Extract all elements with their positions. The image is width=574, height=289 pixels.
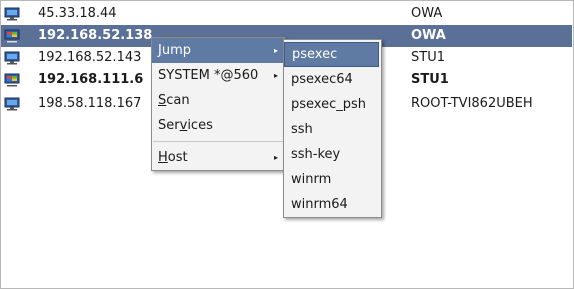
submenu-item-winrm[interactable]: winrm <box>284 167 379 192</box>
menu-item-label: winrm <box>291 172 332 187</box>
menu-item-jump[interactable]: Jump ▸ <box>152 38 284 63</box>
menu-item-label: psexec_psh <box>291 97 366 112</box>
submenu-item-psexec[interactable]: psexec <box>284 42 379 67</box>
windows-monitor-icon <box>4 29 20 43</box>
windows-monitor-icon <box>4 7 20 21</box>
menu-item-services[interactable]: Services <box>152 113 284 138</box>
computer-name: STU1 <box>411 72 449 87</box>
menu-accel: H <box>158 150 168 165</box>
menu-item-system[interactable]: SYSTEM *@560 ▸ <box>152 63 284 88</box>
host-address: 192.168.52.138 <box>38 28 153 43</box>
menu-item-label: ssh-key <box>291 147 341 162</box>
submenu-item-psexec64[interactable]: psexec64 <box>284 67 379 92</box>
computer-name: OWA <box>411 6 443 21</box>
menu-separator <box>153 141 283 142</box>
context-menu: Jump ▸ SYSTEM *@560 ▸ Scan Services Host… <box>151 37 285 171</box>
computer-name: STU1 <box>411 50 445 65</box>
computer-name: ROOT-TVI862UBEH <box>411 96 533 111</box>
menu-item-label: ump <box>161 43 191 58</box>
menu-item-host[interactable]: Host ▸ <box>152 145 284 170</box>
menu-item-label: ost <box>167 150 188 165</box>
menu-item-label: SYSTEM *@560 <box>158 68 259 83</box>
submenu-item-psexec-psh[interactable]: psexec_psh <box>284 92 379 117</box>
menu-item-label: ices <box>187 118 213 133</box>
menu-item-label: ssh <box>291 122 313 137</box>
menu-item-label: winrm64 <box>291 197 348 212</box>
jump-submenu: psexec psexec64 psexec_psh ssh ssh-key w… <box>283 39 382 218</box>
menu-item-label: psexec64 <box>291 72 353 87</box>
menu-item-label: psexec <box>292 47 338 62</box>
menu-item-label: Ser <box>158 118 180 133</box>
menu-item-label: can <box>166 93 190 108</box>
submenu-item-ssh-key[interactable]: ssh-key <box>284 142 379 167</box>
windows-monitor-icon <box>4 73 20 87</box>
windows-monitor-icon <box>4 97 20 111</box>
submenu-item-winrm64[interactable]: winrm64 <box>284 192 379 217</box>
menu-item-scan[interactable]: Scan <box>152 88 284 113</box>
submenu-item-ssh[interactable]: ssh <box>284 117 379 142</box>
host-address: 198.58.118.167 <box>38 96 142 111</box>
host-address: 192.168.111.6 <box>38 72 144 87</box>
submenu-arrow-icon: ▸ <box>273 153 278 162</box>
host-address: 45.33.18.44 <box>38 6 117 21</box>
windows-monitor-icon <box>4 51 20 65</box>
host-address: 192.168.52.143 <box>38 50 142 65</box>
submenu-arrow-icon: ▸ <box>273 46 278 55</box>
table-row[interactable]: 45.33.18.44 OWA <box>0 3 572 25</box>
computer-name: OWA <box>411 28 446 43</box>
submenu-arrow-icon: ▸ <box>273 71 278 80</box>
